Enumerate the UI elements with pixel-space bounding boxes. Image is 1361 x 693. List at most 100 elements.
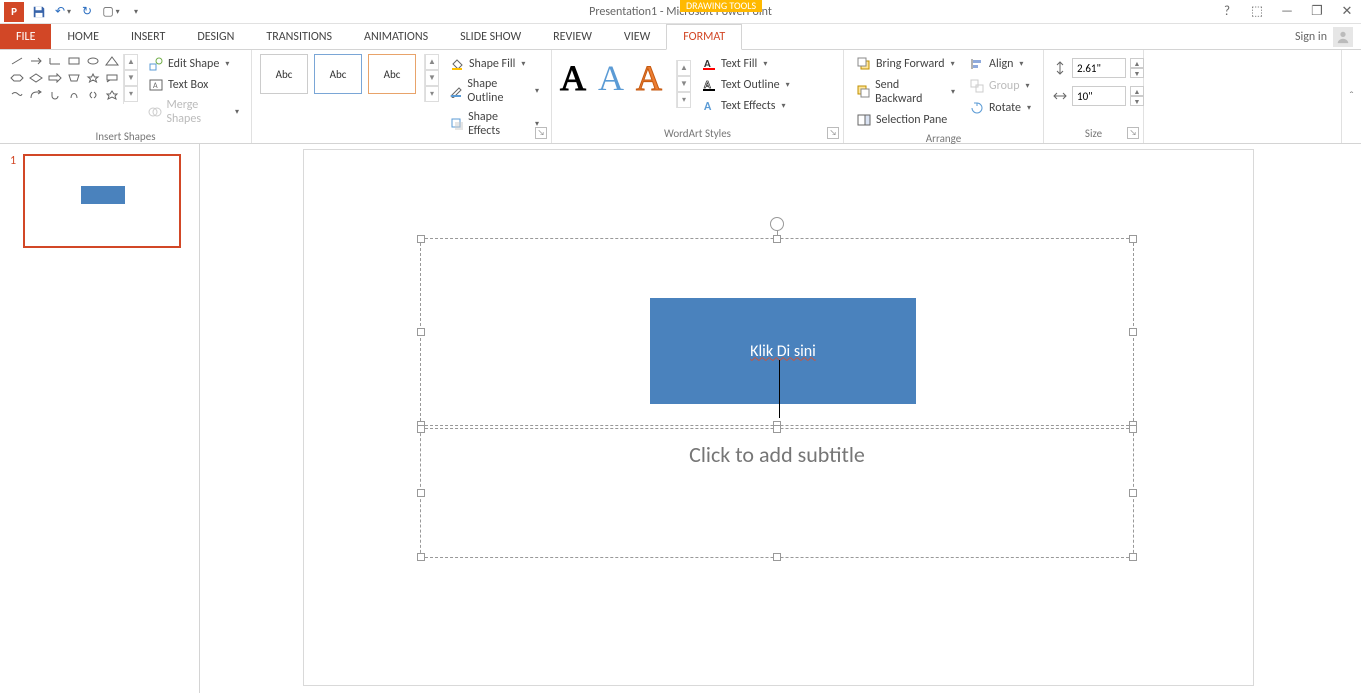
align-button[interactable]: Align▾ [965, 54, 1035, 74]
tab-animations[interactable]: ANIMATIONS [348, 24, 444, 49]
dialog-launcher-icon[interactable]: ↘ [1127, 127, 1139, 139]
send-backward-button[interactable]: Send Backward▾ [852, 76, 959, 108]
resize-handle-ne[interactable] [1129, 425, 1137, 433]
tab-design[interactable]: DESIGN [181, 24, 250, 49]
slide-canvas[interactable]: Klik Di sini Click to add subtitle [304, 150, 1253, 685]
shape-gallery-scroll[interactable]: ▲ ▼ ▾ [123, 54, 138, 104]
tab-review[interactable]: REVIEW [537, 24, 608, 49]
shape-outline-button[interactable]: Shape Outline▾ [445, 75, 543, 107]
spin-up-icon[interactable]: ▲ [1130, 58, 1144, 68]
rotation-handle[interactable] [770, 217, 784, 231]
redo-icon[interactable]: ↻ [78, 3, 96, 21]
resize-handle-se[interactable] [1129, 553, 1137, 561]
text-effects-button[interactable]: A Text Effects▾ [697, 96, 794, 116]
subtitle-placeholder-text: Click to add subtitle [689, 441, 865, 468]
shape-fill-button[interactable]: Shape Fill▾ [445, 54, 543, 74]
wordart-style-3[interactable]: A [636, 60, 662, 108]
resize-handle-nw[interactable] [417, 235, 425, 243]
shape-height-input[interactable] [1072, 58, 1126, 78]
svg-text:A: A [153, 81, 158, 91]
dialog-launcher-icon[interactable]: ↘ [827, 127, 839, 139]
restore-icon[interactable]: ❐ [1307, 2, 1327, 22]
rotate-button[interactable]: Rotate▾ [965, 98, 1035, 118]
slide-thumbnail-pane[interactable]: 1 [0, 144, 200, 693]
help-icon[interactable]: ? [1217, 2, 1237, 22]
undo-icon[interactable]: ↶▾ [54, 3, 72, 21]
customize-qat-icon[interactable]: ▾ [126, 3, 144, 21]
scroll-down-icon[interactable]: ▼ [677, 76, 691, 92]
tab-file[interactable]: FILE [0, 24, 51, 49]
shape-fill-label: Shape Fill [469, 57, 515, 71]
gallery-more-icon[interactable]: ▾ [677, 92, 691, 108]
close-icon[interactable]: ✕ [1337, 2, 1357, 22]
shape-style-thumb-1[interactable]: Abc [260, 54, 308, 94]
edit-shape-button[interactable]: Edit Shape▾ [144, 54, 243, 74]
sign-in-link[interactable]: Sign in [1295, 24, 1361, 49]
resize-handle-e[interactable] [1129, 328, 1137, 336]
scroll-down-icon[interactable]: ▼ [425, 70, 439, 86]
group-arrange: Bring Forward▾ Send Backward▾ Selection … [844, 50, 1044, 143]
wordart-scroll[interactable]: ▲ ▼ ▾ [676, 60, 691, 108]
resize-handle-e[interactable] [1129, 489, 1137, 497]
resize-handle-nw[interactable] [417, 425, 425, 433]
scroll-up-icon[interactable]: ▲ [124, 54, 138, 70]
group-label: Size [1052, 125, 1135, 143]
edit-shape-icon [148, 56, 164, 72]
tab-insert[interactable]: INSERT [115, 24, 181, 49]
save-icon[interactable] [30, 3, 48, 21]
selection-pane-icon [856, 112, 872, 128]
start-from-beginning-icon[interactable]: ▢▾ [102, 3, 120, 21]
send-backward-icon [856, 84, 871, 100]
slide-thumbnail-1[interactable] [23, 154, 181, 248]
shape-width-input[interactable] [1072, 86, 1126, 106]
text-outline-button[interactable]: A Text Outline▾ [697, 75, 794, 95]
spin-down-icon[interactable]: ▼ [1130, 68, 1144, 78]
resize-handle-sw[interactable] [417, 553, 425, 561]
minimize-icon[interactable]: — [1277, 2, 1297, 22]
rectangle-shape[interactable]: Klik Di sini [650, 298, 916, 404]
shape-style-thumb-3[interactable]: Abc [368, 54, 416, 94]
shape-gallery[interactable] [8, 54, 121, 104]
group-wordart-styles: A A A ▲ ▼ ▾ A Text Fill▾ A Text Outline▾ [552, 50, 844, 143]
wordart-style-2[interactable]: A [598, 60, 624, 108]
tab-home[interactable]: HOME [51, 24, 115, 49]
resize-handle-w[interactable] [417, 328, 425, 336]
bring-forward-button[interactable]: Bring Forward▾ [852, 54, 959, 74]
group-label: WordArt Styles [560, 125, 835, 143]
spin-down-icon[interactable]: ▼ [1130, 96, 1144, 106]
shape-effects-button[interactable]: Shape Effects▾ [445, 108, 543, 140]
scroll-up-icon[interactable]: ▲ [425, 54, 439, 70]
shape-style-scroll[interactable]: ▲ ▼ ▾ [424, 54, 439, 102]
text-fill-button[interactable]: A Text Fill▾ [697, 54, 794, 74]
bring-forward-label: Bring Forward [876, 57, 945, 71]
tab-format[interactable]: FORMAT [666, 24, 742, 50]
text-box-button[interactable]: A Text Box [144, 75, 243, 95]
scroll-up-icon[interactable]: ▲ [677, 60, 691, 76]
align-label: Align [989, 57, 1013, 71]
tab-slideshow[interactable]: SLIDE SHOW [444, 24, 537, 49]
resize-handle-ne[interactable] [1129, 235, 1137, 243]
selection-pane-button[interactable]: Selection Pane [852, 110, 959, 130]
svg-text:A: A [704, 100, 712, 113]
text-fill-icon: A [701, 56, 717, 72]
tab-transitions[interactable]: TRANSITIONS [250, 24, 348, 49]
scroll-down-icon[interactable]: ▼ [124, 70, 138, 86]
tab-view[interactable]: VIEW [608, 24, 666, 49]
resize-handle-s[interactable] [773, 553, 781, 561]
dialog-launcher-icon[interactable]: ↘ [535, 127, 547, 139]
gallery-more-icon[interactable]: ▾ [425, 86, 439, 102]
resize-handle-n[interactable] [773, 425, 781, 433]
shape-style-thumb-2[interactable]: Abc [314, 54, 362, 94]
subtitle-placeholder[interactable]: Click to add subtitle [420, 428, 1134, 558]
ribbon-display-options-icon[interactable]: ⬚ [1247, 2, 1267, 22]
spin-up-icon[interactable]: ▲ [1130, 86, 1144, 96]
resize-handle-w[interactable] [417, 489, 425, 497]
collapse-ribbon-icon[interactable]: ˆ [1341, 50, 1361, 143]
rotate-label: Rotate [989, 101, 1021, 115]
slide-edit-area[interactable]: Klik Di sini Click to add subtitle [200, 144, 1361, 693]
wordart-style-1[interactable]: A [560, 60, 586, 108]
resize-handle-n[interactable] [773, 235, 781, 243]
gallery-more-icon[interactable]: ▾ [124, 86, 138, 102]
text-box-icon: A [148, 77, 164, 93]
shape-text[interactable]: Klik Di sini [750, 342, 816, 361]
